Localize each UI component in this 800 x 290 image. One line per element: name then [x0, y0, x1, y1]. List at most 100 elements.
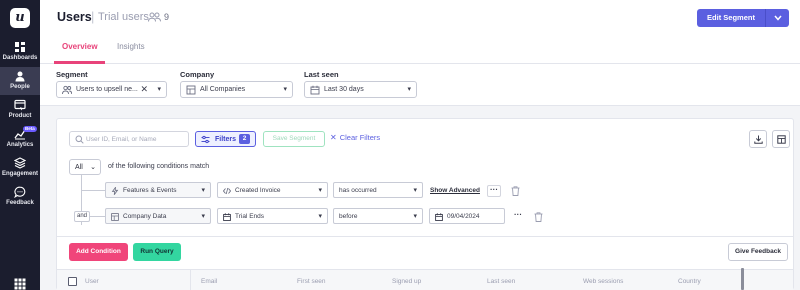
match-mode-select[interactable]: All ⌄ — [69, 159, 101, 175]
more-options-icon[interactable]: ··· — [487, 185, 501, 197]
segment-name: Trial users — [98, 11, 149, 23]
condition-operator-value: before — [339, 213, 358, 220]
give-feedback-button[interactable]: Give Feedback — [728, 243, 788, 261]
caret-down-icon: ▾ — [318, 212, 322, 220]
users-group-icon — [148, 12, 161, 22]
columns-button[interactable] — [772, 130, 790, 148]
date-value: 09/04/2024 — [447, 213, 480, 220]
save-segment-button[interactable]: Save Segment — [263, 131, 325, 147]
edit-segment-dropdown[interactable] — [765, 9, 789, 27]
sidebar-item-feedback[interactable]: Feedback — [0, 183, 40, 211]
sidebar-item-label: Dashboards — [2, 55, 38, 61]
and-joiner: and — [74, 211, 90, 222]
add-condition-button[interactable]: Add Condition — [69, 243, 128, 261]
run-query-button[interactable]: Run Query — [133, 243, 181, 261]
calendar-icon — [435, 212, 443, 221]
company-label: Company — [180, 70, 215, 79]
column-header-web-sessions[interactable]: Web sessions — [583, 278, 623, 285]
chevron-down-icon: ⌄ — [90, 163, 96, 171]
segment-value: Users to upsell ne... — [76, 86, 138, 93]
column-header-user[interactable]: User — [85, 278, 99, 285]
lightning-icon — [111, 186, 119, 195]
clear-filters-label: Clear Filters — [339, 133, 381, 142]
sidebar-item-product[interactable]: Product — [0, 96, 40, 124]
segment-label: Segment — [56, 70, 88, 79]
search-input[interactable] — [86, 134, 186, 145]
sidebar-item-engagement[interactable]: Engagement — [0, 154, 40, 182]
sidebar-item-label: Product — [8, 113, 32, 119]
sidebar-item-label: Engagement — [1, 171, 38, 177]
condition-operator-select[interactable]: has occurred ▾ — [333, 182, 423, 198]
calendar-icon — [223, 212, 231, 221]
table-header: User Email First seen Signed up Last see… — [57, 269, 793, 290]
code-icon — [223, 187, 231, 194]
apps-grid-icon[interactable] — [14, 278, 26, 290]
date-input[interactable]: 09/04/2024 — [429, 208, 505, 224]
title-separator: | — [91, 9, 95, 24]
caret-down-icon: ▾ — [283, 86, 287, 93]
trash-icon[interactable] — [534, 212, 543, 222]
edit-segment-button[interactable]: Edit Segment — [697, 9, 789, 27]
dashboard-icon — [15, 42, 25, 52]
column-divider — [190, 270, 191, 290]
sidebar-item-analytics[interactable]: Beta Analytics — [0, 125, 40, 153]
tab-insights[interactable]: Insights — [117, 42, 145, 51]
beta-badge: Beta — [23, 126, 37, 132]
sidebar-item-people[interactable]: People — [0, 67, 40, 95]
match-description: of the following conditions match — [108, 163, 210, 170]
scrollbar[interactable] — [741, 268, 744, 290]
caret-down-icon: ▾ — [201, 186, 205, 194]
company-select[interactable]: All Companies ▾ — [180, 81, 293, 98]
feedback-icon — [14, 186, 26, 198]
user-count: 9 — [164, 12, 170, 22]
trash-icon[interactable] — [511, 186, 520, 196]
edit-segment-label: Edit Segment — [707, 13, 755, 22]
condition-field-select[interactable]: Trial Ends ▾ — [217, 208, 328, 224]
chevron-down-icon — [773, 15, 782, 21]
caret-down-icon: ▾ — [413, 212, 417, 220]
sidebar-item-label: Feedback — [6, 200, 34, 206]
engagement-icon — [14, 157, 26, 169]
download-button[interactable] — [749, 130, 767, 148]
clear-filters-link[interactable]: ✕ Clear Filters — [330, 133, 380, 142]
condition-source-select[interactable]: Company Data ▾ — [105, 208, 211, 224]
close-icon: ✕ — [330, 133, 337, 142]
caret-down-icon: ▾ — [157, 86, 161, 93]
condition-field-value: Trial Ends — [235, 213, 265, 220]
more-options-icon[interactable]: ··· — [511, 211, 525, 223]
tab-overview[interactable]: Overview — [62, 42, 98, 51]
column-header-country[interactable]: Country — [678, 278, 701, 285]
download-icon — [754, 135, 763, 144]
filters-button[interactable]: Filters 2 — [195, 131, 256, 147]
page-title: Users — [57, 10, 92, 24]
clear-icon[interactable]: ✕ — [140, 84, 148, 95]
match-mode-value: All — [75, 163, 83, 171]
divider — [57, 236, 793, 237]
condition-field-select[interactable]: Created Invoice ▾ — [217, 182, 328, 198]
building-icon — [111, 212, 119, 221]
column-header-email[interactable]: Email — [201, 278, 217, 285]
sidebar-item-dashboards[interactable]: Dashboards — [0, 38, 40, 66]
condition-operator-select[interactable]: before ▾ — [333, 208, 423, 224]
product-icon — [14, 99, 26, 111]
condition-source-select[interactable]: Features & Events ▾ — [105, 182, 211, 198]
building-icon — [186, 85, 196, 95]
column-header-signed-up[interactable]: Signed up — [392, 278, 421, 285]
sliders-icon — [201, 135, 210, 144]
last-seen-label: Last seen — [304, 70, 339, 79]
calendar-icon — [310, 85, 320, 95]
search-icon — [75, 135, 84, 144]
last-seen-select[interactable]: Last 30 days ▾ — [304, 81, 417, 98]
columns-icon — [777, 135, 786, 144]
caret-down-icon: ▾ — [318, 186, 322, 194]
segment-select[interactable]: Users to upsell ne... ✕ ▾ — [56, 81, 167, 98]
caret-down-icon: ▾ — [407, 86, 411, 93]
select-all-checkbox[interactable] — [68, 277, 77, 286]
search-box[interactable] — [69, 131, 189, 147]
page-header: Users | Trial users 9 Edit Segment Overv… — [40, 0, 800, 64]
column-header-last-seen[interactable]: Last seen — [487, 278, 515, 285]
show-advanced-link[interactable]: Show Advanced — [430, 187, 480, 194]
column-header-first-seen[interactable]: First seen — [297, 278, 326, 285]
app-logo[interactable]: u — [10, 8, 30, 28]
condition-source-value: Company Data — [123, 213, 167, 220]
